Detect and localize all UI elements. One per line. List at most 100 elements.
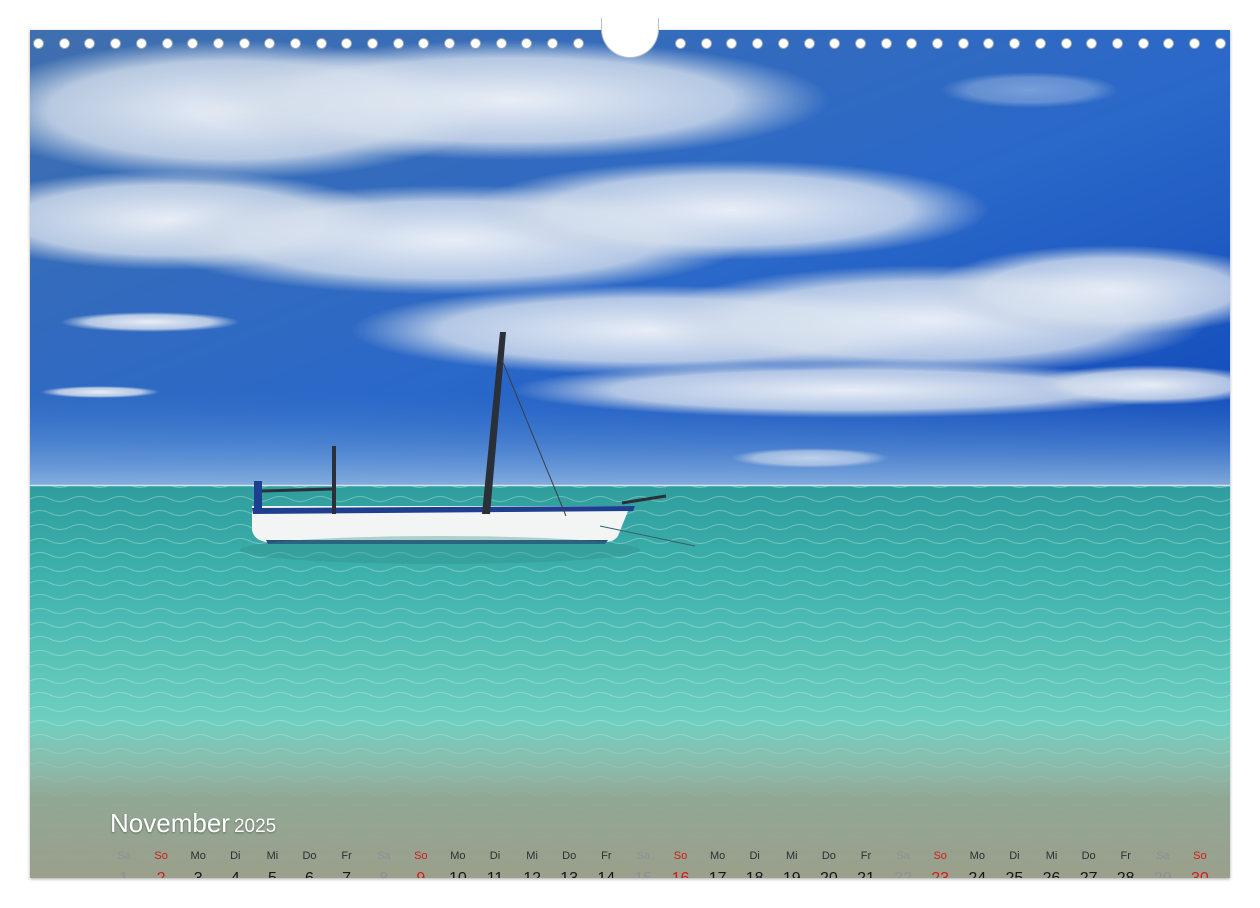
day-cell: Mo 24 bbox=[959, 848, 995, 878]
day-cell: Di 11 bbox=[477, 848, 513, 878]
day-cell: Mo 3 bbox=[180, 848, 216, 878]
day-number: 27 bbox=[1071, 868, 1107, 878]
weekday-label: Mo bbox=[450, 850, 466, 862]
weekday-label: Di bbox=[489, 850, 501, 862]
day-cell: So 2 bbox=[143, 848, 179, 878]
binding-hole bbox=[239, 38, 250, 49]
binding-hole bbox=[367, 38, 378, 49]
day-cell: Mo 17 bbox=[700, 848, 736, 878]
binding-hole bbox=[136, 38, 147, 49]
day-cell: Di 25 bbox=[996, 848, 1032, 878]
weekday-label: So bbox=[933, 850, 947, 862]
binding-hole bbox=[701, 38, 712, 49]
binding-hole bbox=[341, 38, 352, 49]
day-number: 14 bbox=[588, 868, 624, 878]
binding-hole bbox=[1035, 38, 1046, 49]
binding-hole bbox=[418, 38, 429, 49]
day-cell: Do 27 bbox=[1071, 848, 1107, 878]
binding-hole bbox=[84, 38, 95, 49]
weekday-label: Di bbox=[230, 850, 241, 862]
day-cell: Sa 8 bbox=[366, 848, 402, 878]
day-cell: So 9 bbox=[403, 848, 439, 878]
weekday-label: Mo bbox=[709, 850, 726, 862]
binding-hole bbox=[1138, 38, 1149, 49]
weekday-label: Do bbox=[562, 850, 577, 862]
day-number: 3 bbox=[180, 868, 216, 878]
weekday-label: Sa bbox=[636, 850, 651, 862]
binding-hole bbox=[521, 38, 532, 49]
weekday-label: Fr bbox=[1120, 850, 1131, 862]
day-number: 23 bbox=[922, 868, 958, 878]
day-number: 6 bbox=[292, 868, 328, 878]
day-number: 12 bbox=[514, 868, 550, 878]
weekday-label: So bbox=[1193, 850, 1207, 862]
day-number: 2 bbox=[143, 868, 179, 878]
weekday-label: Fr bbox=[341, 850, 352, 862]
weekday-label: Mo bbox=[969, 850, 985, 862]
binding-hole bbox=[829, 38, 840, 49]
binding-hole bbox=[213, 38, 224, 49]
day-number: 24 bbox=[959, 868, 995, 878]
month-year: 2025 bbox=[233, 816, 277, 837]
day-cell: Mi 5 bbox=[254, 848, 290, 878]
binding-hole bbox=[675, 38, 686, 49]
binding-hole bbox=[316, 38, 327, 49]
day-number: 28 bbox=[1108, 868, 1144, 878]
weekday-label: Di bbox=[749, 850, 760, 862]
binding-hole bbox=[470, 38, 481, 49]
day-cell: So 16 bbox=[663, 848, 699, 878]
day-cell: Sa 15 bbox=[625, 848, 661, 878]
day-number: 5 bbox=[254, 868, 290, 878]
binding-hole bbox=[778, 38, 789, 49]
day-cell: Di 18 bbox=[737, 848, 773, 878]
day-cell: Mo 10 bbox=[440, 848, 476, 878]
weekday-label: Fr bbox=[601, 850, 612, 862]
day-cell: Di 4 bbox=[217, 848, 253, 878]
month-header: November 2025 bbox=[110, 808, 276, 839]
binding-hole bbox=[1163, 38, 1174, 49]
landscape-photo bbox=[30, 30, 1230, 878]
day-cell: Mi 26 bbox=[1034, 848, 1070, 878]
day-number: 25 bbox=[996, 868, 1032, 878]
weekday-label: Sa bbox=[376, 850, 391, 862]
day-number: 22 bbox=[885, 868, 921, 878]
day-cell: Fr 28 bbox=[1108, 848, 1144, 878]
binding-hole bbox=[547, 38, 558, 49]
binding-hole bbox=[752, 38, 763, 49]
binding-hole bbox=[1189, 38, 1200, 49]
month-name: November bbox=[110, 808, 230, 838]
binding-hole bbox=[932, 38, 943, 49]
weekday-label: Do bbox=[821, 850, 836, 862]
weekday-label: Sa bbox=[1156, 850, 1170, 862]
day-cell: So 30 bbox=[1182, 848, 1218, 878]
weekday-label: So bbox=[154, 850, 168, 862]
binding-hole bbox=[855, 38, 866, 49]
day-cell: Sa 22 bbox=[885, 848, 921, 878]
day-number: 26 bbox=[1034, 868, 1070, 878]
day-cell: So 23 bbox=[922, 848, 958, 878]
day-number: 15 bbox=[625, 868, 661, 878]
weekday-label: Di bbox=[1009, 850, 1020, 862]
binding-hole bbox=[1112, 38, 1123, 49]
day-number: 13 bbox=[551, 868, 587, 878]
binding-hole bbox=[881, 38, 892, 49]
day-number: 16 bbox=[663, 868, 699, 878]
day-cell: Fr 21 bbox=[848, 848, 884, 878]
binding-hole bbox=[1086, 38, 1097, 49]
day-cell: Fr 14 bbox=[588, 848, 624, 878]
binding-hole bbox=[162, 38, 173, 49]
day-cell: Sa 1 bbox=[106, 848, 142, 878]
day-cell: Do 13 bbox=[551, 848, 587, 878]
weekday-label: Do bbox=[302, 850, 317, 862]
weekday-label: Mi bbox=[526, 850, 538, 862]
day-number: 10 bbox=[440, 868, 476, 878]
binding-hole bbox=[496, 38, 507, 49]
day-cell: Sa 29 bbox=[1145, 848, 1181, 878]
binding-hole bbox=[110, 38, 121, 49]
day-grid: Sa1So2Mo3Di4Mi5Do6Fr7Sa8So9Mo10Di11Mi12D… bbox=[106, 848, 1216, 878]
day-number: 19 bbox=[774, 868, 810, 878]
day-number: 21 bbox=[848, 868, 884, 878]
day-number: 11 bbox=[477, 868, 513, 878]
weekday-label: Do bbox=[1081, 850, 1096, 862]
weekday-label: Sa bbox=[896, 850, 910, 862]
